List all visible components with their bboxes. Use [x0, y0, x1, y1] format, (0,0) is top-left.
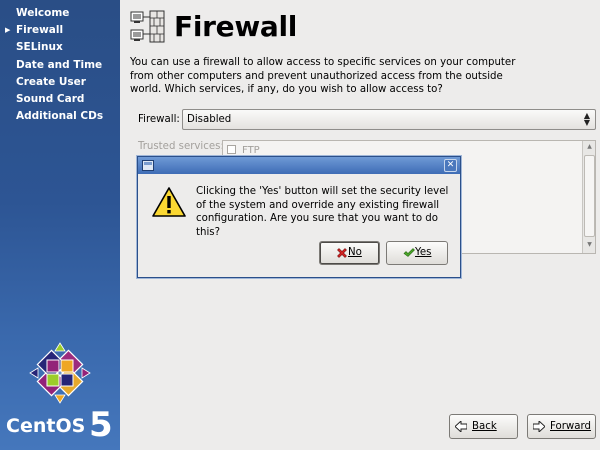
- sidebar-item-additional-cds: Additional CDs: [0, 108, 120, 125]
- firewall-brick-wall-icon: [130, 10, 165, 43]
- sidebar-item-create-user: Create User: [0, 74, 120, 91]
- sidebar-item-label: Additional CDs: [16, 110, 104, 123]
- sidebar-item-label: Sound Card: [16, 92, 85, 105]
- service-label: FTP: [242, 145, 260, 156]
- dialog-titlebar[interactable]: ✕: [138, 157, 460, 174]
- sidebar-item-welcome: Welcome: [0, 5, 120, 22]
- list-item[interactable]: FTP: [227, 145, 260, 156]
- sidebar-item-label: Welcome: [16, 7, 70, 19]
- sidebar-item-label: Create User: [16, 75, 86, 88]
- page-description: You can use a firewall to allow access t…: [130, 57, 516, 95]
- sidebar-item-firewall: ▶ Firewall: [0, 22, 120, 39]
- back-button-label: Back: [472, 421, 497, 432]
- firewall-label: Firewall:: [138, 114, 180, 125]
- warning-icon: [152, 187, 186, 217]
- sidebar-item-label: SELinux: [16, 41, 63, 54]
- firewall-select[interactable]: Disabled ▲ ▼: [182, 109, 596, 130]
- ftp-checkbox[interactable]: [227, 145, 236, 154]
- page-title: Firewall: [174, 10, 298, 43]
- sidebar-item-label: Firewall: [16, 24, 64, 37]
- no-button-label: No: [348, 247, 362, 258]
- current-step-arrow-icon: ▶: [5, 26, 11, 35]
- logo-version: 5: [89, 405, 113, 445]
- red-x-icon: [337, 248, 347, 258]
- scroll-down-icon[interactable]: ▼: [584, 239, 595, 251]
- arrow-left-icon: [455, 421, 467, 432]
- logo-text: CentOS: [6, 415, 85, 437]
- centos-emblem-icon: [29, 342, 91, 404]
- green-check-icon: [403, 248, 415, 257]
- up-down-arrows-icon: ▲ ▼: [583, 111, 591, 127]
- trusted-services-label: Trusted services:: [138, 141, 224, 152]
- close-icon[interactable]: ✕: [444, 159, 457, 172]
- yes-button-label: Yes: [415, 247, 432, 258]
- confirmation-dialog: ✕ Clicking the 'Yes' button will set the…: [137, 156, 461, 278]
- back-button[interactable]: Back: [449, 414, 518, 439]
- sidebar-item-label: Date and Time: [16, 58, 103, 71]
- scroll-up-icon[interactable]: ▲: [584, 141, 595, 153]
- sidebar-item-sound-card: Sound Card: [0, 91, 120, 108]
- firewall-select-value: Disabled: [187, 114, 232, 125]
- vertical-scrollbar[interactable]: ▲ ▼: [582, 141, 595, 253]
- yes-button[interactable]: Yes: [386, 241, 448, 265]
- forward-button-label: Forward: [550, 421, 591, 432]
- scrollbar-thumb[interactable]: [584, 155, 595, 237]
- sidebar-steps: Welcome ▶ Firewall SELinux Date and Time …: [0, 5, 120, 125]
- no-button[interactable]: No: [319, 241, 380, 265]
- centos-logo: CentOS 5: [6, 342, 113, 445]
- sidebar-item-selinux: SELinux: [0, 39, 120, 56]
- dialog-message: Clicking the 'Yes' button will set the s…: [196, 186, 449, 238]
- sidebar-item-date-and-time: Date and Time: [0, 57, 120, 74]
- window-menu-icon[interactable]: [142, 160, 154, 171]
- sidebar: Welcome ▶ Firewall SELinux Date and Time …: [0, 0, 120, 450]
- forward-button[interactable]: Forward: [527, 414, 596, 439]
- arrow-right-icon: [533, 421, 545, 432]
